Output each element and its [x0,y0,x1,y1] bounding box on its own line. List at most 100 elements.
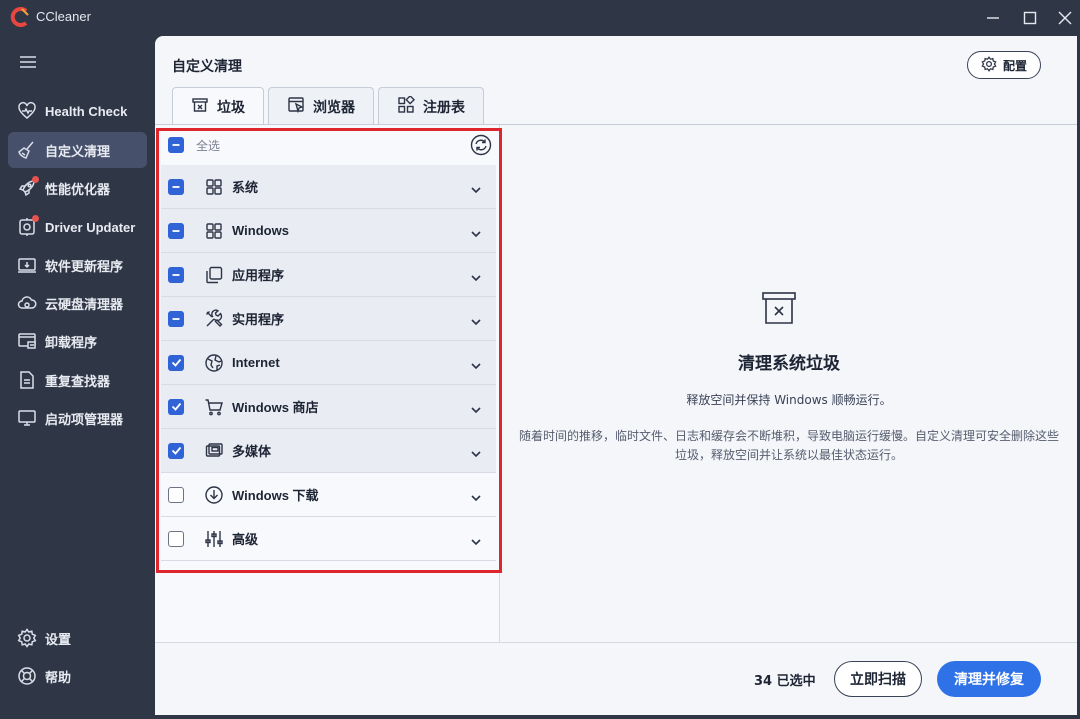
chevron-down-icon[interactable] [470,401,482,414]
windows-icon [204,177,224,197]
sliders-icon [204,529,224,549]
trash-icon [191,96,209,118]
config-label: 配置 [1002,58,1027,73]
list-item-windows[interactable]: Windows [161,209,496,253]
selected-count: 34 已选中 [754,674,816,689]
chevron-down-icon[interactable] [470,445,482,458]
globe-icon [204,353,224,373]
chevron-down-icon[interactable] [470,269,482,282]
settings-icon [17,628,37,648]
refresh-icon[interactable] [470,134,492,156]
checkbox[interactable] [168,486,184,503]
rocket-icon [17,176,39,198]
clean-and-fix-button[interactable]: 清理并修复 [937,661,1041,697]
list-item-advanced[interactable]: 高级 [161,517,496,561]
chevron-down-icon[interactable] [470,357,482,370]
trash-icon [761,291,797,325]
sidebar-item-label: 软件更新程序 [45,258,124,274]
hamburger-menu-icon[interactable] [18,54,38,70]
close-button[interactable] [1050,6,1080,30]
list-item-windows-store[interactable]: Windows 商店 [161,385,496,429]
sidebar-item-help[interactable]: 帮助 [8,658,147,694]
scan-now-button[interactable]: 立即扫描 [834,661,922,697]
broom-icon [17,140,37,160]
app-title: CCleaner [36,9,91,24]
minimize-icon [987,17,999,19]
list-item-utilities[interactable]: 实用程序 [161,297,496,341]
sidebar-item-label: 帮助 [45,669,72,685]
list-item-label: Windows 下载 [232,488,319,503]
notification-dot [32,176,39,183]
duplicate-icon [17,370,37,390]
checkbox[interactable] [168,266,184,283]
list-item-internet[interactable]: Internet [161,341,496,385]
checkbox[interactable] [168,354,184,371]
select-all-row[interactable]: 全选 [155,125,500,165]
info-subtitle: 释放空间并保持 Windows 顺畅运行。 [686,393,892,407]
checkbox[interactable] [168,442,184,459]
sidebar-item-software-updater[interactable]: 软件更新程序 [8,247,147,283]
tab-label: 垃圾 [217,100,245,116]
maximize-button[interactable] [1015,6,1045,30]
sidebar-item-startup-manager[interactable]: 启动项管理器 [8,400,147,436]
sidebar-item-duplicate-finder[interactable]: 重复查找器 [8,362,147,398]
cart-icon [204,397,224,417]
windows-icon [204,221,224,241]
info-title: 清理系统垃圾 [738,354,840,374]
sidebar-item-cloud-cleaner[interactable]: 云硬盘清理器 [8,285,147,321]
chevron-down-icon[interactable] [470,225,482,238]
list-item-label: Internet [232,355,280,370]
tab-browser[interactable]: 浏览器 [268,87,374,125]
list-item-applications[interactable]: 应用程序 [161,253,496,297]
chevron-down-icon[interactable] [470,533,482,546]
checkbox[interactable] [168,398,184,415]
category-list: 全选 系统 Windows 应用程序 实用程序 Internet Windows… [155,125,500,642]
config-button[interactable]: 配置 [967,51,1041,79]
select-all-checkbox[interactable] [168,137,184,153]
sidebar-item-settings[interactable]: 设置 [8,620,147,656]
chevron-down-icon[interactable] [470,489,482,502]
chevron-down-icon[interactable] [470,313,482,326]
sidebar-item-performance[interactable]: 性能优化器 [8,170,147,206]
sidebar-item-label: 性能优化器 [45,181,111,197]
notification-dot [32,215,39,222]
minimize-button[interactable] [978,6,1008,30]
sidebar-item-label: 设置 [45,631,72,647]
page-title: 自定义清理 [172,59,242,75]
sidebar-item-health-check[interactable]: Health Check [8,93,147,129]
sidebar-item-driver-updater[interactable]: Driver Updater [8,209,147,245]
sidebar-item-uninstaller[interactable]: 卸载程序 [8,323,147,359]
checkbox[interactable] [168,530,184,547]
download-icon [204,485,224,505]
gear-chip-icon [17,215,39,237]
list-item-system[interactable]: 系统 [161,165,496,209]
list-item-label: Windows 商店 [232,400,319,415]
info-panel: 清理系统垃圾 释放空间并保持 Windows 顺畅运行。 随着时间的推移，临时文… [501,125,1077,642]
checkbox[interactable] [168,222,184,239]
monitor-icon [17,408,37,428]
cloud-icon [17,293,37,313]
tools-icon [204,308,224,329]
sidebar-item-label: 卸载程序 [45,334,98,350]
chevron-down-icon[interactable] [470,181,482,194]
list-item-multimedia[interactable]: 多媒体 [161,429,496,473]
list-item-label: Windows [232,223,289,238]
list-item-label: 多媒体 [232,444,272,459]
list-item-label: 应用程序 [232,268,285,283]
help-icon [17,666,37,686]
sidebar-item-label: Driver Updater [45,219,136,235]
sidebar-item-label: 重复查找器 [45,373,111,389]
sidebar-item-label: 云硬盘清理器 [45,296,124,312]
checkbox[interactable] [168,178,184,195]
list-item-label: 高级 [232,532,259,547]
list-item-windows-downloads[interactable]: Windows 下载 [161,473,496,517]
close-icon [1058,11,1072,25]
uninstall-icon [17,331,37,351]
checkbox[interactable] [168,310,184,327]
registry-icon [397,94,416,118]
browser-icon [287,96,305,118]
gear-icon [981,55,997,75]
sidebar-item-custom-clean[interactable]: 自定义清理 [8,132,147,168]
tab-registry[interactable]: 注册表 [378,87,484,125]
tab-junk[interactable]: 垃圾 [172,87,264,126]
